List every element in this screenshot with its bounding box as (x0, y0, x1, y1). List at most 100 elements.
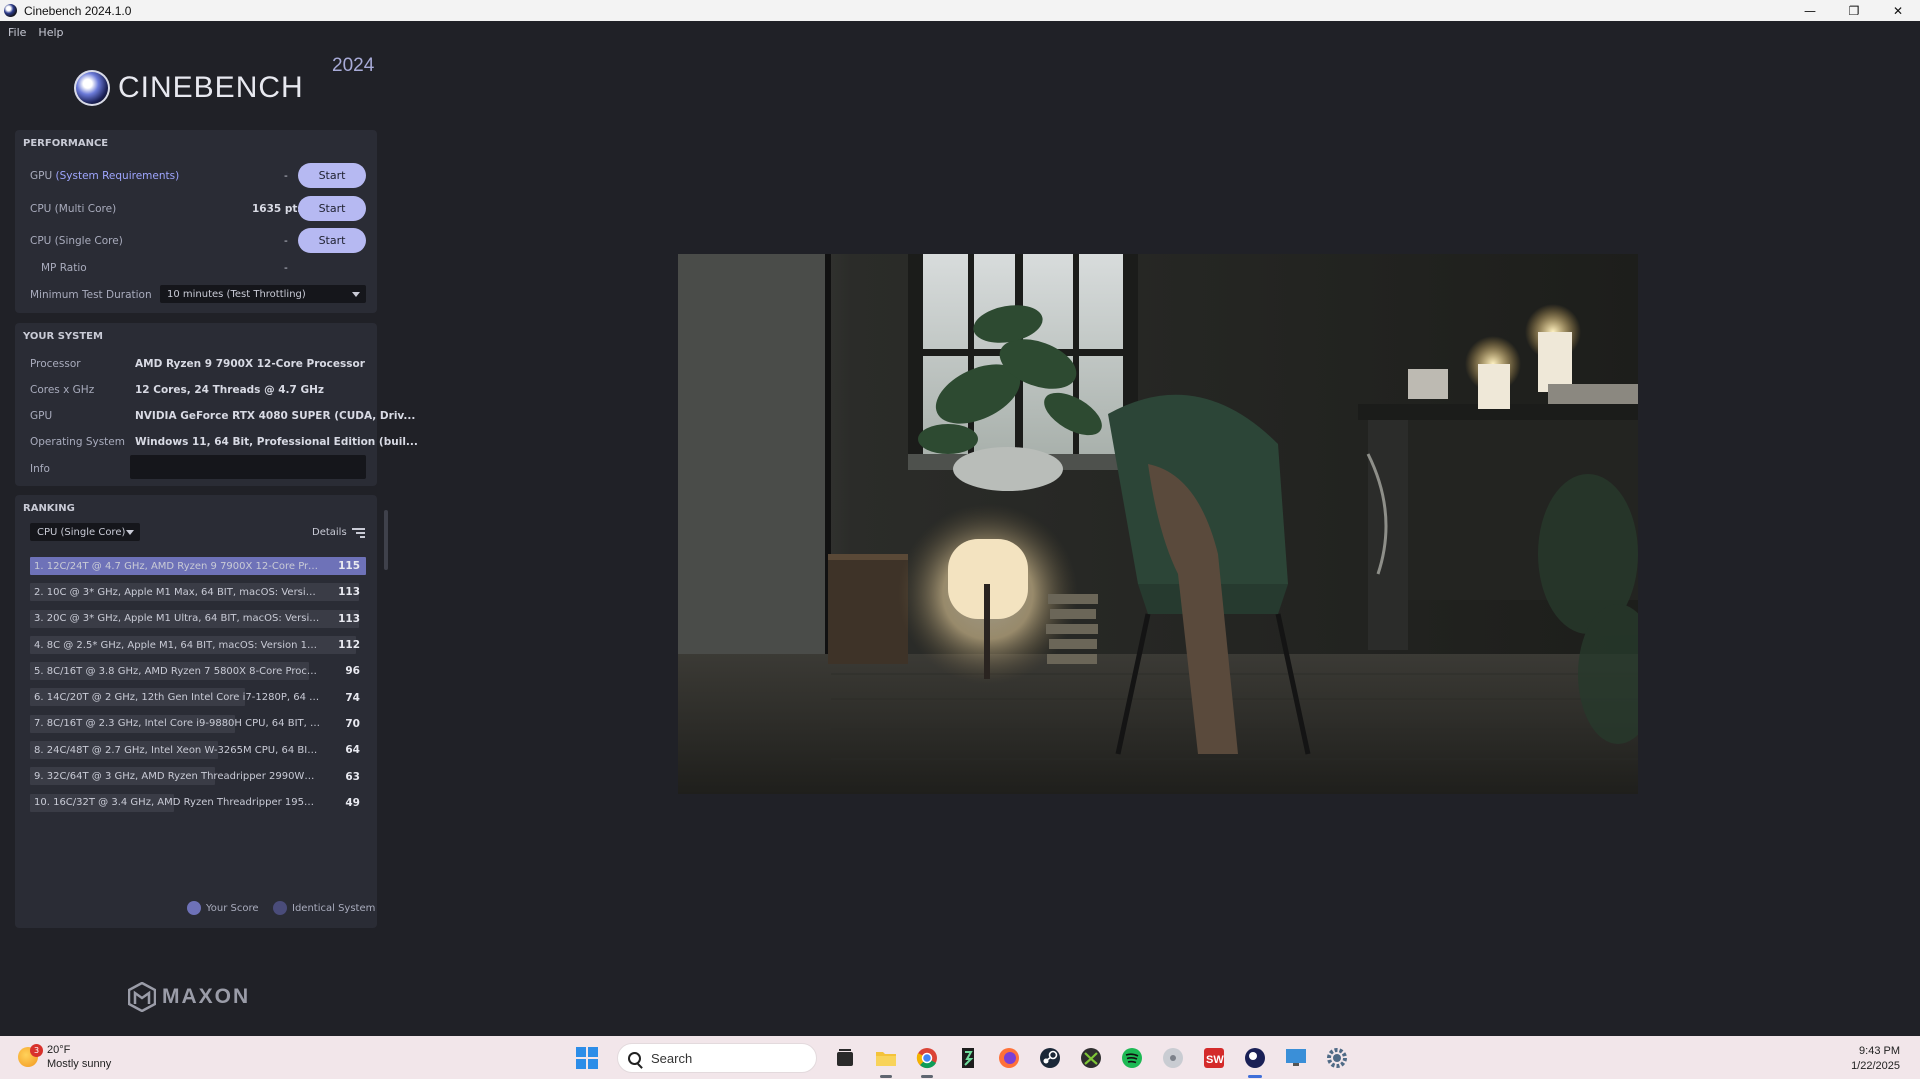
xbox-icon[interactable] (1076, 1043, 1106, 1073)
ranking-row[interactable]: 1. 12C/24T @ 4.7 GHz, AMD Ryzen 9 7900X … (30, 553, 366, 579)
ranking-row-label: 10. 16C/32T @ 3.4 GHz, AMD Ryzen Threadr… (34, 797, 320, 809)
logo-text: CINEBENCH (118, 71, 304, 104)
spotify-icon[interactable] (1117, 1043, 1147, 1073)
maxon-m-icon (128, 982, 156, 1012)
ranking-row-score: 74 (345, 691, 360, 704)
gpu-value: NVIDIA GeForce RTX 4080 SUPER (CUDA, Dri… (135, 410, 416, 422)
ranking-row-label: 9. 32C/64T @ 3 GHz, AMD Ryzen Threadripp… (34, 771, 320, 783)
legend-identical-label: Identical System (292, 902, 376, 914)
ranking-row-score: 63 (345, 770, 360, 783)
cpu-multi-label: CPU (Multi Core) (30, 203, 117, 215)
restore-button[interactable]: ❐ (1832, 0, 1876, 21)
os-value: Windows 11, 64 Bit, Professional Edition… (135, 436, 418, 448)
details-button[interactable]: Details (312, 527, 365, 538)
chrome-icon[interactable] (912, 1043, 942, 1078)
cores-label: Cores x GHz (30, 384, 95, 396)
system-clock[interactable]: 9:43 PM 1/22/2025 (1851, 1044, 1900, 1074)
disk-utility-icon[interactable] (1158, 1043, 1188, 1073)
performance-panel: PERFORMANCE GPU (System Requirements) - … (15, 130, 377, 313)
system-panel: YOUR SYSTEM Processor AMD Ryzen 9 7900X … (15, 323, 418, 486)
ranking-row-label: 6. 14C/20T @ 2 GHz, 12th Gen Intel Core … (34, 692, 320, 704)
task-view-icon[interactable] (830, 1043, 860, 1073)
file-explorer-icon[interactable] (871, 1043, 901, 1078)
ranking-row-score: 49 (345, 796, 360, 809)
logo-year: 2024 (332, 55, 375, 76)
ranking-row[interactable]: 10. 16C/32T @ 3.4 GHz, AMD Ryzen Threadr… (30, 790, 366, 816)
gpu-label: GPU (30, 410, 53, 422)
cinebench-app-icon (4, 4, 17, 17)
weather-temperature: 20°F (47, 1044, 71, 1056)
system-requirements-link[interactable]: (System Requirements) (56, 170, 180, 182)
ranking-filter-value: CPU (Single Core) (37, 526, 126, 538)
steam-icon[interactable] (1035, 1043, 1065, 1073)
mp-ratio-value: - (284, 262, 288, 274)
ranking-row-label: 7. 8C/16T @ 2.3 GHz, Intel Core i9-9880H… (34, 718, 320, 730)
ranking-row-label: 2. 10C @ 3* GHz, Apple M1 Max, 64 BIT, m… (34, 586, 320, 598)
gpu-test-label: GPU (System Requirements) (30, 170, 179, 182)
maxon-text: MAXON (162, 985, 251, 1008)
window-controls: — ❐ ✕ (1788, 0, 1920, 21)
filter-icon (351, 528, 365, 538)
active-indicator (880, 1075, 892, 1078)
ranking-row-score: 64 (345, 744, 360, 757)
windows-start-icon[interactable] (572, 1043, 602, 1073)
ranking-row-label: 3. 20C @ 3* GHz, Apple M1 Ultra, 64 BIT,… (34, 613, 320, 625)
ranking-row-score: 96 (345, 665, 360, 678)
cinebench-logo: CINEBENCH (74, 70, 304, 106)
menu-file[interactable]: File (8, 26, 26, 39)
minimize-button[interactable]: — (1788, 0, 1832, 21)
performance-title: PERFORMANCE (23, 138, 109, 149)
gpu-start-button[interactable]: Start (298, 163, 366, 188)
mp-ratio-label: MP Ratio (41, 262, 87, 274)
ranking-row-label: 1. 12C/24T @ 4.7 GHz, AMD Ryzen 9 7900X … (34, 560, 320, 572)
window-title: Cinebench 2024.1.0 (24, 3, 132, 18)
ranking-row-label: 4. 8C @ 2.5* GHz, Apple M1, 64 BIT, macO… (34, 639, 320, 651)
ranking-row[interactable]: 3. 20C @ 3* GHz, Apple M1 Ultra, 64 BIT,… (30, 606, 366, 632)
remote-desktop-icon[interactable] (1281, 1043, 1311, 1073)
snipping-tool-icon[interactable] (953, 1043, 983, 1073)
ranking-row[interactable]: 4. 8C @ 2.5* GHz, Apple M1, 64 BIT, macO… (30, 632, 366, 658)
settings-gear-icon[interactable] (1322, 1043, 1352, 1073)
notification-badge: 3 (30, 1044, 43, 1057)
sun-icon: 3 (18, 1044, 43, 1067)
ranking-row[interactable]: 2. 10C @ 3* GHz, Apple M1 Max, 64 BIT, m… (30, 579, 366, 605)
search-placeholder: Search (651, 1050, 693, 1066)
taskbar-search[interactable]: Search (617, 1043, 817, 1073)
gpu-score: - (284, 170, 288, 182)
ranking-row[interactable]: 8. 24C/48T @ 2.7 GHz, Intel Xeon W-3265M… (30, 737, 366, 763)
weather-condition: Mostly sunny (47, 1058, 112, 1070)
firefox-icon[interactable] (994, 1043, 1024, 1073)
clock-date: 1/22/2025 (1851, 1060, 1900, 1072)
render-preview-image (678, 254, 1638, 794)
scrollbar-thumb[interactable] (384, 510, 388, 570)
ranking-row[interactable]: 5. 8C/16T @ 3.8 GHz, AMD Ryzen 7 5800X 8… (30, 658, 366, 684)
solidworks-icon[interactable]: SW (1199, 1043, 1229, 1073)
ranking-row[interactable]: 7. 8C/16T @ 2.3 GHz, Intel Core i9-9880H… (30, 711, 366, 737)
menu-help[interactable]: Help (38, 26, 63, 39)
ranking-row-score: 70 (345, 717, 360, 730)
close-button[interactable]: ✕ (1876, 0, 1920, 21)
weather-widget[interactable]: 3 20°F Mostly sunny (18, 1043, 111, 1071)
ranking-row[interactable]: 9. 32C/64T @ 3 GHz, AMD Ryzen Threadripp… (30, 763, 366, 789)
ranking-row[interactable]: 6. 14C/20T @ 2 GHz, 12th Gen Intel Core … (30, 684, 366, 710)
processor-label: Processor (30, 358, 81, 370)
ranking-filter-select[interactable]: CPU (Single Core) (30, 523, 140, 541)
menu-bar: File Help (0, 21, 1920, 43)
clock-time: 9:43 PM (1859, 1045, 1900, 1057)
identical-system-dot (273, 901, 287, 915)
ranking-row-score: 112 (338, 639, 360, 652)
active-indicator (1248, 1075, 1262, 1078)
cpu-multi-start-button[interactable]: Start (298, 196, 366, 221)
info-field[interactable] (130, 455, 366, 479)
ranking-panel: RANKING CPU (Single Core) Details 1. 12C… (15, 495, 377, 928)
cpu-single-start-button[interactable]: Start (298, 228, 366, 253)
min-duration-select[interactable]: 10 minutes (Test Throttling) (160, 285, 366, 303)
processor-value: AMD Ryzen 9 7900X 12-Core Processor (135, 358, 365, 370)
cpu-single-score: - (284, 235, 288, 247)
gpu-label-prefix: GPU (30, 170, 53, 182)
cinebench-taskbar-icon[interactable] (1240, 1043, 1270, 1078)
min-duration-label: Minimum Test Duration (30, 289, 152, 301)
your-score-dot (187, 901, 201, 915)
ranking-row-label: 8. 24C/48T @ 2.7 GHz, Intel Xeon W-3265M… (34, 744, 320, 756)
legend-your-score-label: Your Score (206, 902, 259, 914)
